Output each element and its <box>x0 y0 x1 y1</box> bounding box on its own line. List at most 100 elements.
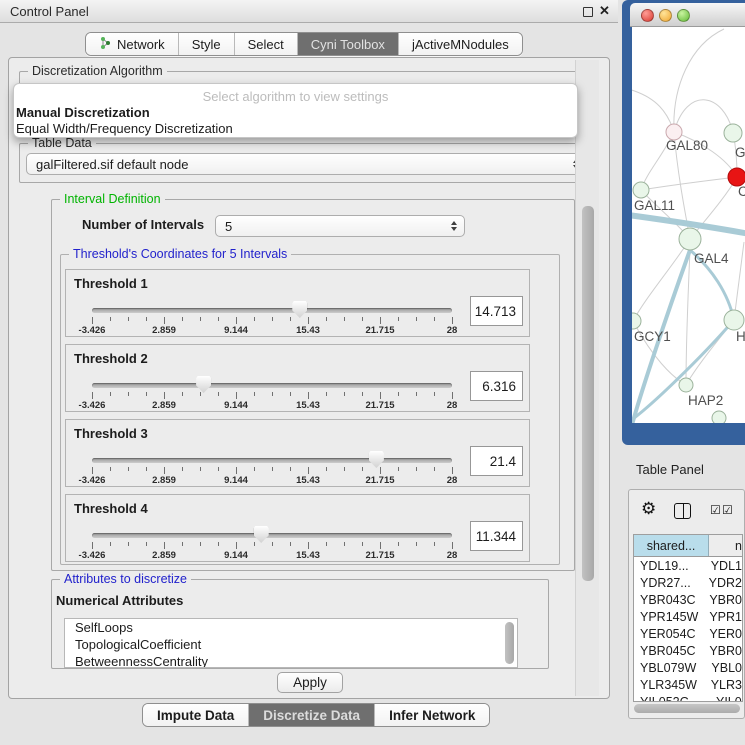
slider-thumb[interactable] <box>369 451 384 468</box>
panel-scrollbar-thumb[interactable] <box>582 206 594 581</box>
tab-impute-data[interactable]: Impute Data <box>143 704 249 726</box>
table-row[interactable]: YIL052CYIL0 <box>634 693 742 702</box>
threshold-value-field[interactable]: 21.4 <box>470 446 523 476</box>
list-item[interactable]: BetweennessCentrality <box>65 653 517 668</box>
slider-tick <box>200 392 201 396</box>
close-icon[interactable]: ✕ <box>599 3 610 19</box>
slider-tick-label: 21.715 <box>365 475 394 486</box>
stepper-arrows-icon[interactable] <box>451 221 457 231</box>
slider-tick <box>236 392 237 399</box>
minimize-traffic-light[interactable] <box>659 9 672 22</box>
slider-tick-label: 21.715 <box>365 400 394 411</box>
tab-select[interactable]: Select <box>235 33 298 55</box>
slider-tick <box>92 542 93 549</box>
network-node-h[interactable] <box>724 310 744 330</box>
number-of-intervals-label: Number of Intervals <box>82 217 204 232</box>
slider-track[interactable] <box>92 308 452 313</box>
table-row[interactable]: YDR27...YDR2 <box>634 574 742 591</box>
slider-track[interactable] <box>92 383 452 388</box>
table-row[interactable]: YLR345WYLR3 <box>634 676 742 693</box>
table-row[interactable]: YBR045CYBR0 <box>634 642 742 659</box>
slider-tick <box>110 392 111 396</box>
table-hscrollbar-thumb[interactable] <box>634 704 740 713</box>
slider-thumb[interactable] <box>196 376 211 393</box>
cell-name: YDL1 <box>707 559 742 573</box>
slider-tick <box>290 392 291 396</box>
split-columns-icon[interactable] <box>674 503 691 519</box>
table-row[interactable]: YBL079WYBL0 <box>634 659 742 676</box>
list-item[interactable]: SelfLoops <box>65 619 517 636</box>
tab-infer-network[interactable]: Infer Network <box>375 704 489 726</box>
network-node[interactable] <box>724 124 742 142</box>
apply-button[interactable]: Apply <box>277 672 343 693</box>
column-header-shared-name[interactable]: shared... <box>634 535 709 556</box>
tab-jactivemnodules[interactable]: jActiveMNodules <box>399 33 522 55</box>
table-row[interactable]: YBR043CYBR0 <box>634 591 742 608</box>
tab-label: jActiveMNodules <box>412 37 509 52</box>
slider-tick <box>182 467 183 471</box>
slider-track[interactable] <box>92 458 452 463</box>
tab-style[interactable]: Style <box>179 33 235 55</box>
slider-tick <box>254 542 255 546</box>
zoom-traffic-light[interactable] <box>677 9 690 22</box>
table-header-row: shared... n <box>634 535 742 557</box>
checkbox-icon[interactable]: ☑ <box>710 503 721 517</box>
attributes-group-label: Attributes to discretize <box>60 572 191 586</box>
numerical-attributes-list[interactable]: SelfLoopsTopologicalCoefficientBetweenne… <box>64 618 518 668</box>
cell-name: YBR0 <box>705 644 742 658</box>
network-node[interactable] <box>712 411 726 423</box>
tab-label: Style <box>192 37 221 52</box>
network-canvas[interactable]: GAL80GAL11GAL4GCY1HHAP2GAC <box>632 27 745 423</box>
table-hscrollbar-track[interactable] <box>633 703 743 715</box>
slider-thumb[interactable] <box>254 526 269 543</box>
tab-network[interactable]: Network <box>86 33 179 55</box>
column-header-name[interactable]: n <box>709 535 742 556</box>
table-row[interactable]: YDL19...YDL1 <box>634 557 742 574</box>
gear-icon[interactable]: ⚙ <box>641 499 656 519</box>
cell-name: YDR2 <box>705 576 742 590</box>
checkbox-icon[interactable]: ☑ <box>722 503 733 517</box>
slider-tick <box>128 317 129 321</box>
slider-track[interactable] <box>92 533 452 538</box>
slider-tick <box>308 392 309 399</box>
float-window-icon[interactable] <box>583 7 593 17</box>
slider-tick <box>218 542 219 546</box>
cell-shared-name: YLR345W <box>634 678 707 692</box>
close-traffic-light[interactable] <box>641 9 654 22</box>
slider-thumb[interactable] <box>292 301 307 318</box>
network-node-gcy1[interactable] <box>632 313 641 329</box>
tab-discretize-data[interactable]: Discretize Data <box>249 704 375 726</box>
algorithm-option-manual[interactable]: Manual Discretization <box>14 104 577 120</box>
threshold-value-field[interactable]: 6.316 <box>470 371 523 401</box>
threshold-value-field[interactable]: 14.713 <box>470 296 523 326</box>
table-data-group-label: Table Data <box>28 136 96 150</box>
network-icon <box>99 36 112 53</box>
slider-tick-label: 9.144 <box>224 475 248 486</box>
algorithm-option-equal-width[interactable]: Equal Width/Frequency Discretization <box>14 120 577 136</box>
table-row[interactable]: YER054CYER0 <box>634 625 742 642</box>
slider-tick <box>182 317 183 321</box>
table-row[interactable]: YPR145WYPR1 <box>634 608 742 625</box>
cyni-toolbox-panel: Discretization Algorithm Select algorith… <box>8 57 610 699</box>
cell-name: YBR0 <box>705 593 742 607</box>
panel-scrollbar-track[interactable] <box>575 60 599 696</box>
slider-tick-label: 2.859 <box>152 400 176 411</box>
tab-cyni-toolbox[interactable]: Cyni Toolbox <box>298 33 399 55</box>
slider-tick <box>164 317 165 324</box>
network-node-hap2[interactable] <box>679 378 693 392</box>
node-table: shared... n YDL19...YDL1YDR27...YDR2YBR0… <box>633 534 743 702</box>
number-of-intervals-combo[interactable]: 5 <box>215 215 465 237</box>
slider-tick <box>128 542 129 546</box>
network-node-gal11[interactable] <box>633 182 649 198</box>
control-panel-tab-bar: Network Style SelectCyni Toolbox jActiveMNo… <box>85 32 523 56</box>
algorithm-dropdown-popup: Select algorithm to view settings Manual… <box>13 83 578 138</box>
list-item[interactable]: TopologicalCoefficient <box>65 636 517 653</box>
threshold-value-field[interactable]: 11.344 <box>470 521 523 551</box>
slider-tick <box>146 542 147 546</box>
slider-tick <box>416 542 417 546</box>
slider-tick <box>326 467 327 471</box>
threshold-box: Threshold 2-3.4262.8599.14415.4321.71528… <box>65 344 530 412</box>
network-node-gal4[interactable] <box>679 228 701 250</box>
table-data-combo[interactable]: galFiltered.sif default node <box>26 153 587 175</box>
list-scrollbar[interactable] <box>505 622 514 664</box>
